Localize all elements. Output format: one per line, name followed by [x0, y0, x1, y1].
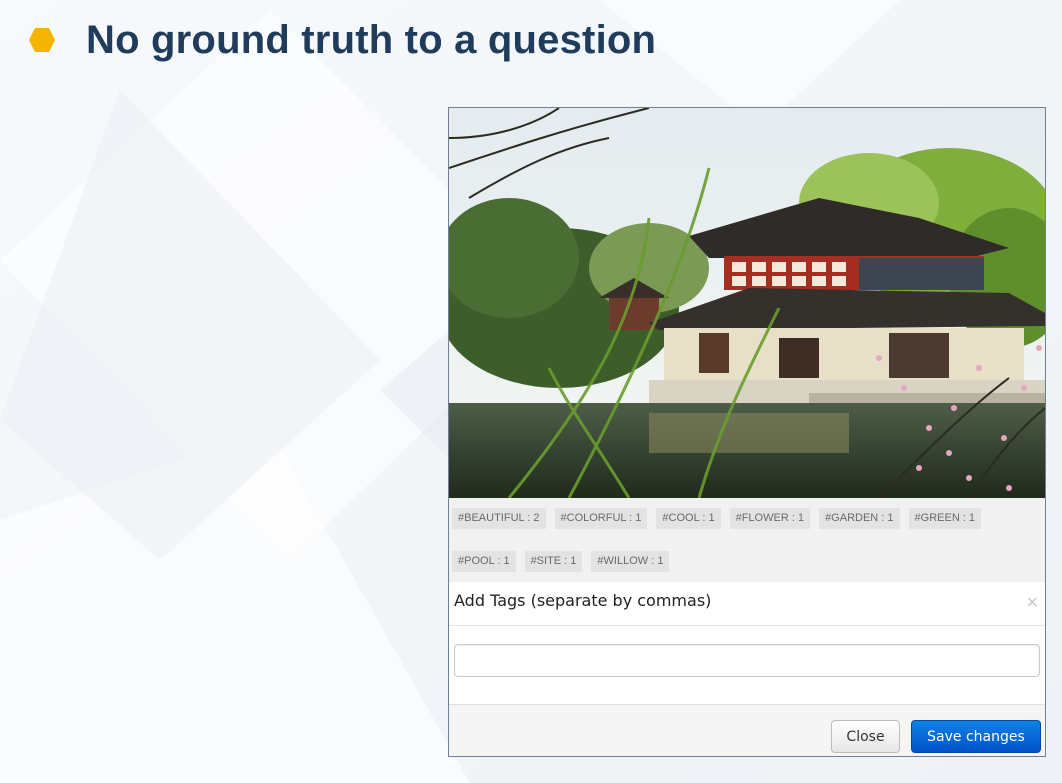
page-title: No ground truth to a question — [86, 17, 657, 62]
modal-body — [449, 626, 1045, 704]
tag-beautiful[interactable]: #BEAUTIFUL : 2 — [452, 508, 546, 529]
tag-cool[interactable]: #COOL : 1 — [656, 508, 721, 529]
save-changes-button[interactable]: Save changes — [911, 720, 1041, 753]
hexagon-bullet-icon — [29, 28, 55, 52]
tag-input[interactable] — [454, 644, 1040, 677]
tag-garden[interactable]: #GARDEN : 1 — [819, 508, 900, 529]
modal-title: Add Tags (separate by commas) — [454, 591, 712, 610]
tag-colorful[interactable]: #COLORFUL : 1 — [554, 508, 648, 529]
close-button[interactable]: Close — [831, 720, 900, 753]
tag-dialog: #BEAUTIFUL : 2 #COLORFUL : 1 #COOL : 1 #… — [448, 107, 1046, 757]
tag-list: #BEAUTIFUL : 2 #COLORFUL : 1 #COOL : 1 #… — [449, 498, 1045, 582]
tag-flower[interactable]: #FLOWER : 1 — [729, 508, 811, 529]
tag-pool[interactable]: #POOL : 1 — [452, 551, 516, 572]
close-icon[interactable]: × — [1026, 592, 1039, 611]
modal-header: Add Tags (separate by commas) × — [449, 582, 1045, 626]
tag-willow[interactable]: #WILLOW : 1 — [591, 551, 670, 572]
slide-title: No ground truth to a question — [28, 14, 656, 66]
photo-icon — [449, 108, 1045, 498]
tag-site[interactable]: #SITE : 1 — [524, 551, 583, 572]
tag-green[interactable]: #GREEN : 1 — [908, 508, 982, 529]
modal-footer: Close Save changes — [449, 704, 1045, 756]
